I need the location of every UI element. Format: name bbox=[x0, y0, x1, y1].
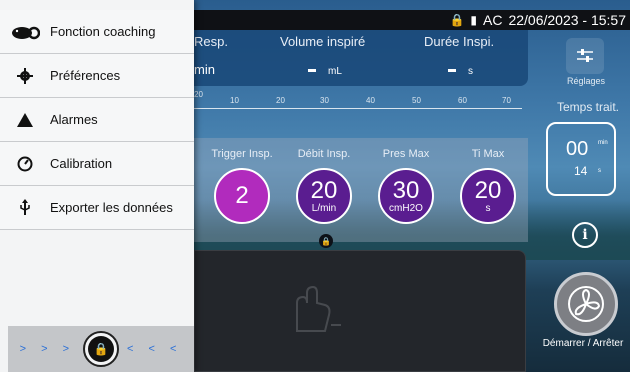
param-value-duree: s bbox=[448, 62, 473, 77]
menu-item-label: Fonction coaching bbox=[50, 24, 156, 39]
reglages-label: Réglages bbox=[566, 76, 606, 86]
menu-item-label: Exporter les données bbox=[50, 200, 173, 215]
lock-status-icon: 🔒 bbox=[449, 13, 465, 27]
treatment-time-label: Temps trait. bbox=[556, 100, 619, 114]
menu-item-label: Préférences bbox=[50, 68, 121, 83]
fan-icon bbox=[568, 286, 604, 322]
chameleon-icon bbox=[0, 24, 50, 40]
setting-pres-max[interactable]: Pres Max 30 cmH2O bbox=[366, 148, 446, 224]
ruler-tick: 60 bbox=[458, 96, 467, 105]
lock-button[interactable]: 🔒 bbox=[83, 331, 119, 367]
setting-knob[interactable]: 20 L/min bbox=[296, 168, 352, 224]
param-value-volume: mL bbox=[308, 62, 342, 77]
ruler-line bbox=[194, 108, 522, 109]
menu-item-preferences[interactable]: Préférences bbox=[0, 54, 194, 98]
ruler-tick: 70 bbox=[502, 96, 511, 105]
setting-debit-insp[interactable]: Débit Insp. 20 L/min bbox=[284, 148, 364, 224]
setting-unit: L/min bbox=[311, 202, 337, 214]
reglages-button[interactable] bbox=[566, 38, 604, 74]
timer-seconds-unit: s bbox=[598, 168, 601, 174]
ruler-tick: 40 bbox=[366, 96, 375, 105]
setting-ti-max[interactable]: Ti Max 20 s bbox=[448, 148, 528, 224]
menu-item-export[interactable]: Exporter les données bbox=[0, 186, 194, 230]
chevron-left-icon: < < < bbox=[127, 343, 183, 355]
setting-unit: s bbox=[485, 202, 491, 214]
unlock-slider[interactable]: > > > 🔒 < < < bbox=[8, 326, 194, 372]
status-bar: 🔒 ▮ AC 22/06/2023 - 15:57 bbox=[194, 10, 630, 30]
menu-item-coaching[interactable]: Fonction coaching bbox=[0, 10, 194, 54]
timer-minutes: 00 bbox=[566, 138, 589, 160]
setting-label: Débit Insp. bbox=[297, 148, 351, 160]
ruler-tick: 20 bbox=[276, 96, 285, 105]
timer-minutes-unit: min bbox=[598, 140, 608, 146]
setting-value: 20 bbox=[310, 176, 338, 204]
param-header-duree: Durée Inspi. bbox=[424, 34, 495, 49]
battery-icon: ▮ bbox=[470, 13, 477, 27]
chevron-right-icon: > > > bbox=[19, 343, 75, 355]
setting-label: Trigger Insp. bbox=[211, 148, 273, 160]
param-value-resp: min bbox=[194, 62, 215, 77]
param-header-volume: Volume inspiré bbox=[280, 34, 366, 49]
setting-value: 20 bbox=[474, 176, 502, 204]
warning-triangle-icon bbox=[0, 112, 50, 128]
side-menu: Fonction coaching Préférences Alarmes Ca… bbox=[0, 0, 194, 372]
info-icon[interactable]: i bbox=[572, 222, 598, 248]
datetime: 22/06/2023 - 15:57 bbox=[508, 12, 626, 28]
setting-knob[interactable]: 30 cmH2O bbox=[378, 168, 434, 224]
setting-knob[interactable]: 20 s bbox=[460, 168, 516, 224]
touch-hand-icon bbox=[296, 285, 341, 332]
setting-unit: cmH2O bbox=[389, 202, 423, 214]
lock-icon: 🔒 bbox=[88, 336, 114, 362]
menu-item-label: Calibration bbox=[50, 156, 113, 171]
treatment-timer: 00 min 14 s bbox=[546, 122, 616, 196]
menu-item-label: Alarmes bbox=[50, 112, 98, 127]
ruler-tick: 10 bbox=[230, 96, 239, 105]
setting-value: 2 bbox=[235, 182, 249, 209]
monitoring-parameters: Resp. Volume inspiré Durée Inspi. min mL… bbox=[194, 30, 528, 86]
setting-knob[interactable]: 2 bbox=[214, 168, 270, 224]
settings-lock-icon[interactable]: 🔒 bbox=[319, 234, 333, 248]
param-header-resp: Resp. bbox=[194, 34, 228, 49]
pressure-ruler: 20 10 20 30 40 50 60 70 bbox=[194, 90, 528, 114]
gear-icon bbox=[0, 67, 50, 84]
power-source: AC bbox=[483, 12, 503, 28]
setting-label: Pres Max bbox=[382, 148, 430, 160]
settings-panel: Trigger Insp. 2 Débit Insp. 20 L/min Pre… bbox=[194, 138, 528, 242]
start-stop-button[interactable] bbox=[554, 272, 618, 336]
timer-seconds: 14 bbox=[574, 164, 588, 178]
gauge-icon bbox=[0, 156, 50, 172]
setting-value: 30 bbox=[392, 176, 420, 204]
sliders-icon bbox=[577, 49, 593, 62]
ruler-tick: 50 bbox=[412, 96, 421, 105]
menu-item-calibration[interactable]: Calibration bbox=[0, 142, 194, 186]
start-stop-label: Démarrer / Arrêter bbox=[542, 338, 624, 349]
waveform-area bbox=[194, 250, 526, 372]
menu-item-alarmes[interactable]: Alarmes bbox=[0, 98, 194, 142]
usb-icon bbox=[0, 198, 50, 217]
setting-label: Ti Max bbox=[471, 148, 505, 160]
ruler-tick: 20 bbox=[194, 90, 203, 99]
setting-trigger-insp[interactable]: Trigger Insp. 2 bbox=[202, 148, 282, 224]
ruler-tick: 30 bbox=[320, 96, 329, 105]
